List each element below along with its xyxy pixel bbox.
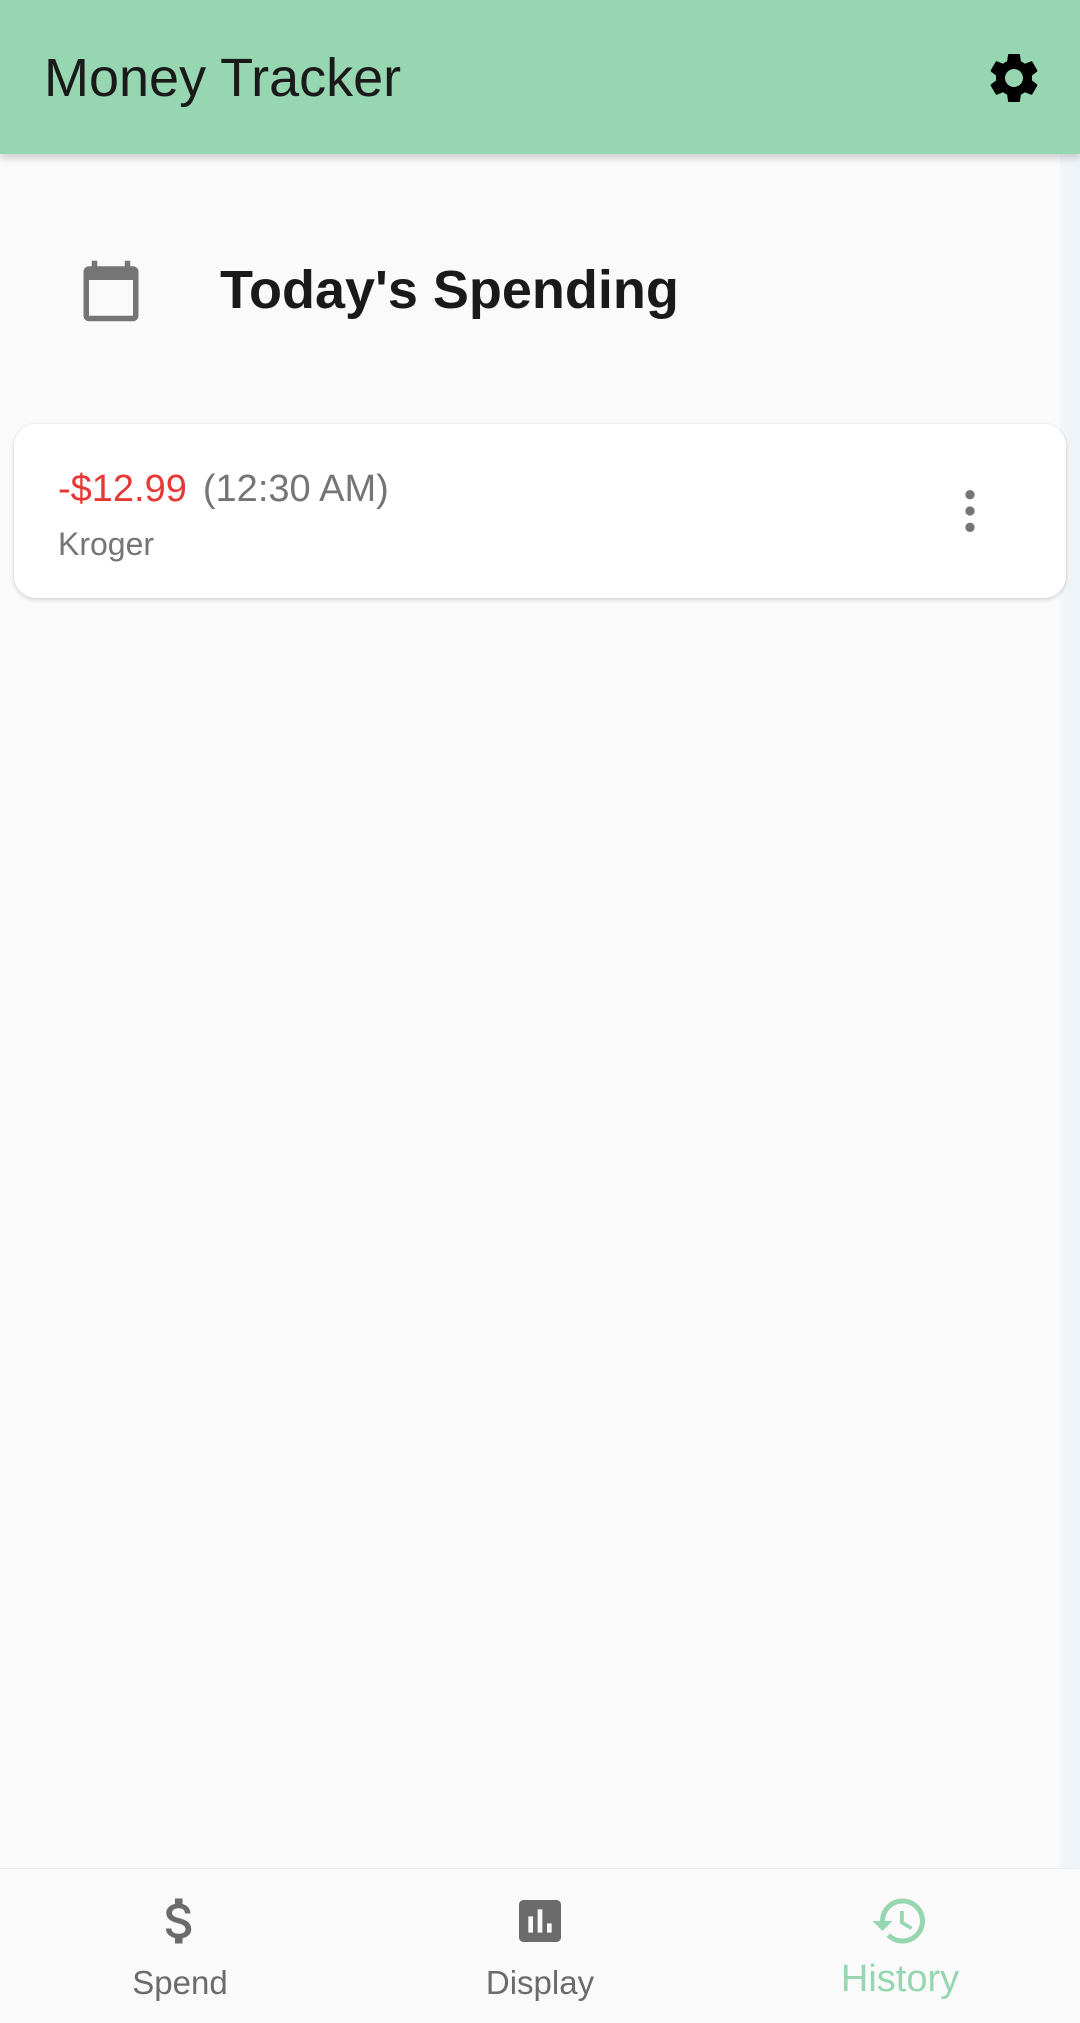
nav-label-spend: Spend (132, 1964, 228, 2001)
transaction-amount: -$12.99 (58, 468, 187, 510)
calendar-icon (83, 260, 139, 322)
transaction-time: (12:30 AM) (202, 468, 389, 510)
settings-button[interactable] (978, 42, 1050, 114)
edge-strip (1060, 154, 1080, 1869)
transaction-summary: -$12.99 (12:30 AM) (58, 464, 389, 522)
dollar-icon (150, 1891, 210, 1951)
app-bar: Money Tracker (0, 0, 1080, 154)
nav-label-history: History (840, 1958, 960, 2000)
more-vertical-icon (965, 490, 975, 532)
nav-item-display[interactable]: Display (360, 1869, 720, 2023)
section-header: Today's Spending (0, 240, 1060, 340)
nav-item-history[interactable]: History (720, 1869, 1080, 2023)
app-title: Money Tracker (44, 48, 402, 108)
transaction-menu-button[interactable] (934, 468, 1006, 554)
nav-item-spend[interactable]: Spend (0, 1869, 360, 2023)
bottom-navigation: Spend Display History (0, 1868, 1080, 2022)
nav-label-display: Display (485, 1964, 595, 2001)
transaction-card[interactable]: -$12.99 (12:30 AM) Kroger (14, 424, 1066, 598)
transaction-merchant: Kroger (58, 526, 155, 562)
section-title: Today's Spending (220, 260, 679, 320)
history-icon (870, 1891, 930, 1951)
bar-chart-icon (510, 1891, 570, 1951)
gear-icon (990, 54, 1038, 102)
